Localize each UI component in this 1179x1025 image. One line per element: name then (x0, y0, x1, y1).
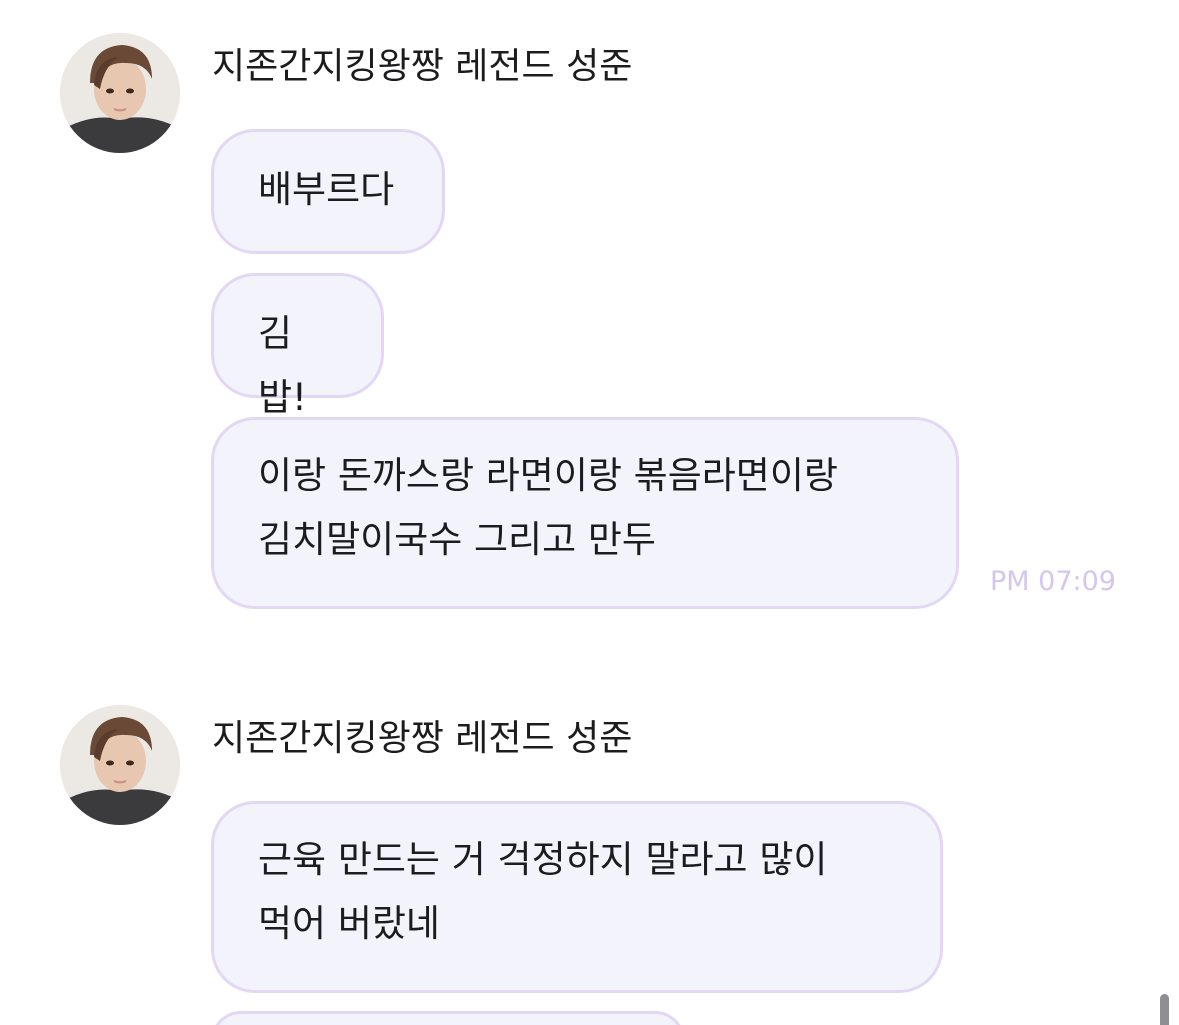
message-bubble[interactable]: 근육 만드는 거 걱정하지 말라고 많이 먹어 버랐네 (211, 801, 943, 993)
avatar-photo-icon (60, 33, 180, 153)
message-timestamp: PM 07:09 (990, 566, 1116, 597)
message-bubble[interactable]: 배부르다 (211, 129, 445, 254)
message-bubble[interactable]: 김밥! (211, 273, 384, 419)
message-bubble[interactable]: 이랑 돈까스랑 라면이랑 볶음라면이랑 김치말이국수 그리고 만두 (211, 417, 959, 609)
scrollbar-thumb[interactable] (1160, 994, 1169, 1025)
sender-name: 지존간지킹왕짱 레전드 성준 (212, 46, 633, 87)
avatar[interactable] (60, 705, 180, 825)
avatar-photo-icon (60, 705, 180, 825)
sender-name: 지존간지킹왕짱 레전드 성준 (212, 718, 633, 759)
chat-view: 지존간지킹왕짱 레전드 성준 배부르다 김밥! 이랑 돈까스랑 라면이랑 볶음라… (0, 0, 1179, 1025)
message-bubble-partial[interactable] (211, 1011, 685, 1025)
avatar[interactable] (60, 33, 180, 153)
